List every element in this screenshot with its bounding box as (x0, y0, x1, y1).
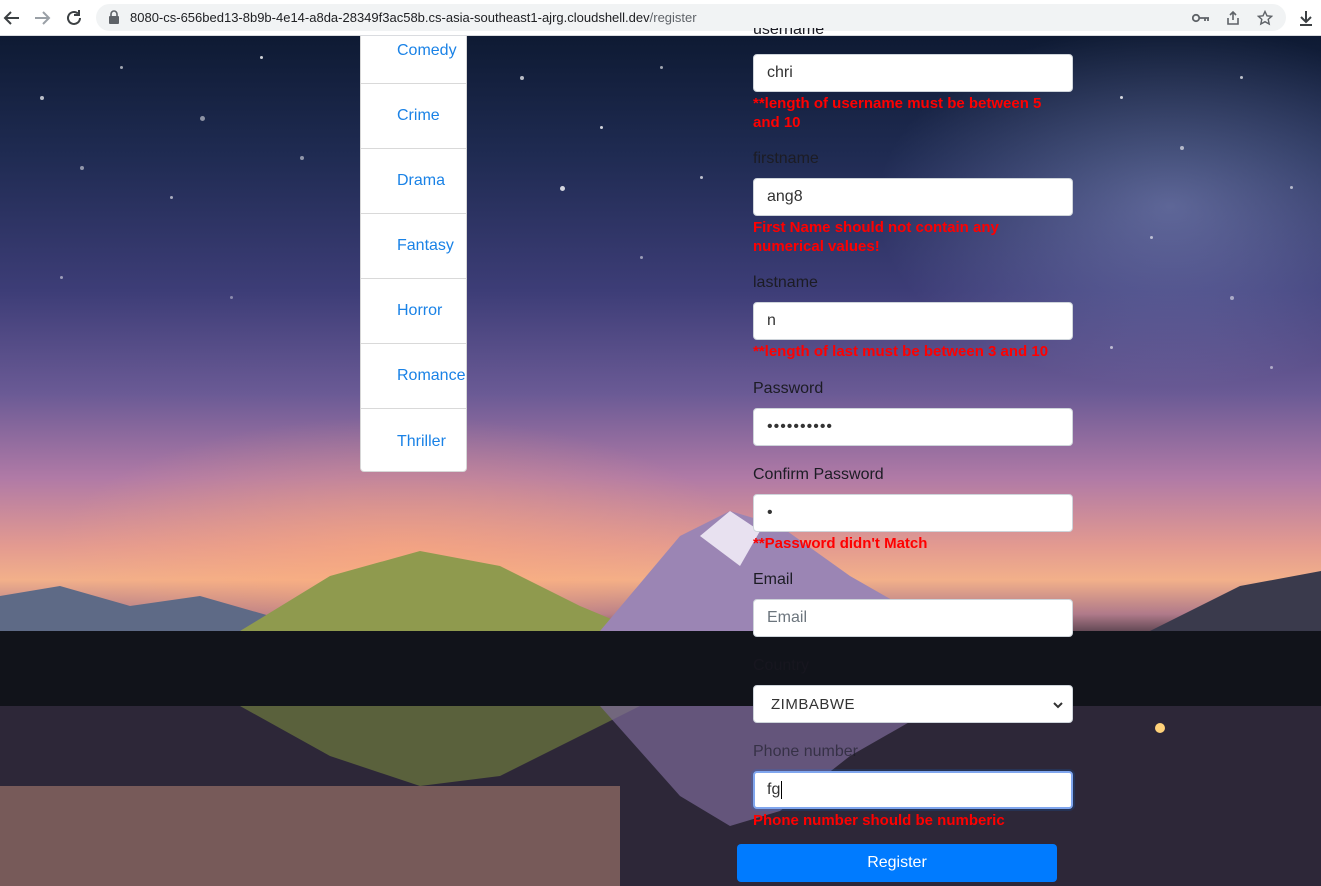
username-error: **length of username must be between 5 a… (753, 95, 1042, 131)
phone-error: Phone number should be numberic (753, 812, 1005, 829)
genre-item-romance[interactable]: Romance (361, 344, 466, 409)
text-caret (781, 781, 783, 799)
lock-icon (108, 10, 120, 29)
chevron-down-icon (1052, 698, 1064, 715)
confirm-password-field[interactable]: • (753, 494, 1073, 532)
username-field[interactable]: chri (753, 54, 1073, 92)
username-label: username (753, 28, 825, 38)
phone-value: fg (767, 781, 781, 798)
email-field[interactable]: Email (753, 599, 1073, 637)
confirm-password-error: **Password didn't Match (753, 535, 928, 552)
firstname-error: First Name should not contain any numeri… (753, 219, 999, 255)
download-icon[interactable] (1294, 6, 1318, 30)
lastname-error: **length of last must be between 3 and 1… (753, 343, 1049, 360)
browser-toolbar: 8080-cs-656bed13-8b9b-4e14-a8da-28349f3a… (0, 0, 1321, 36)
genre-item-crime[interactable]: Crime (361, 84, 466, 149)
share-icon[interactable] (1224, 9, 1242, 27)
forward-arrow-icon[interactable] (30, 6, 54, 30)
firstname-label: firstname (753, 150, 819, 167)
back-arrow-icon[interactable] (0, 6, 24, 30)
password-field[interactable]: •••••••••• (753, 408, 1073, 446)
confirm-password-label: Confirm Password (753, 466, 884, 483)
genre-list: Comedy Crime Drama Fantasy Horror Romanc… (360, 36, 467, 472)
genre-item-fantasy[interactable]: Fantasy (361, 214, 466, 279)
genre-item-drama[interactable]: Drama (361, 149, 466, 214)
key-icon[interactable] (1192, 9, 1210, 27)
firstname-field[interactable]: ang8 (753, 178, 1073, 216)
landscape-illustration (0, 511, 1321, 886)
country-selected-value: ZIMBABWE (771, 695, 856, 713)
genre-item-horror[interactable]: Horror (361, 279, 466, 344)
email-label: Email (753, 571, 794, 588)
country-label: Country (753, 657, 810, 674)
background-image (0, 36, 1321, 886)
bookmark-star-icon[interactable] (1256, 9, 1274, 27)
password-label: Password (753, 380, 824, 397)
phone-label: Phone number (753, 743, 858, 760)
genre-item-thriller[interactable]: Thriller (361, 409, 466, 474)
phone-field[interactable]: fg (753, 771, 1073, 809)
register-button[interactable]: Register (737, 844, 1057, 882)
address-bar[interactable]: 8080-cs-656bed13-8b9b-4e14-a8da-28349f3a… (96, 4, 1286, 31)
country-select[interactable]: ZIMBABWE (753, 685, 1073, 723)
genre-item-comedy[interactable]: Comedy (361, 19, 466, 84)
reload-icon[interactable] (62, 6, 86, 30)
lastname-field[interactable]: n (753, 302, 1073, 340)
lastname-label: lastname (753, 274, 818, 291)
